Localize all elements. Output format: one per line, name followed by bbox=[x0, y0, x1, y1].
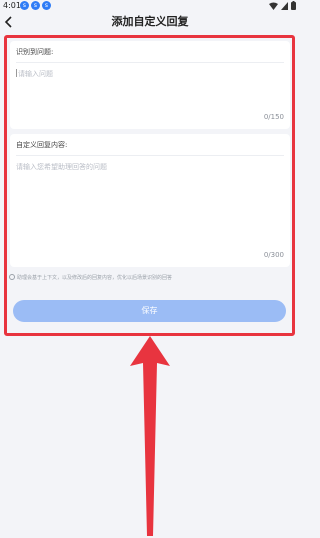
highlight-frame bbox=[4, 35, 295, 336]
annotation-arrow-icon bbox=[130, 336, 170, 536]
status-time: 4:01 bbox=[3, 1, 21, 10]
app-notification-icon: s bbox=[31, 1, 40, 10]
app-notification-icon: s bbox=[20, 1, 29, 10]
battery-icon bbox=[291, 1, 296, 10]
wifi-icon bbox=[269, 2, 278, 10]
status-system-icons bbox=[269, 1, 296, 10]
page-title: 添加自定义回复 bbox=[111, 15, 189, 28]
status-bar: 4:01 s s s bbox=[0, 0, 300, 12]
navigation-bar: 添加自定义回复 bbox=[0, 12, 300, 32]
app-notification-icon: s bbox=[42, 1, 51, 10]
status-app-icons: s s s bbox=[20, 1, 51, 10]
signal-icon bbox=[281, 1, 288, 10]
